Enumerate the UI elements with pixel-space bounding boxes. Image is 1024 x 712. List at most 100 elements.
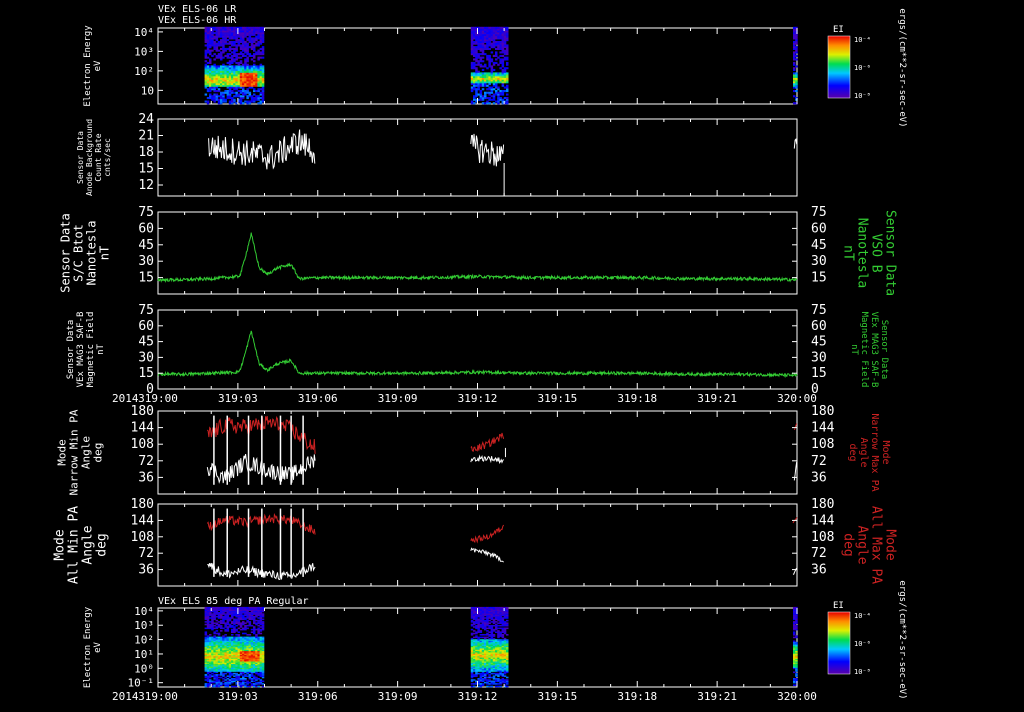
heatmap-cell (497, 63, 500, 66)
heatmap-cell (481, 44, 485, 47)
heatmap-cell (486, 630, 489, 632)
heatmap-cell (211, 675, 214, 677)
heatmap-cell (475, 60, 478, 63)
heatmap-cell (475, 35, 478, 38)
heatmap-cell (259, 35, 263, 38)
heatmap-cell (209, 679, 212, 681)
heatmap-cell (213, 627, 216, 630)
y-axis-label-right-line: Angle (855, 525, 870, 564)
heatmap-cell (231, 70, 234, 73)
heatmap-cell (257, 70, 260, 73)
heatmap-cell (246, 100, 249, 103)
heatmap-cell (506, 93, 509, 96)
heatmap-cell (209, 37, 212, 40)
heatmap-cell (228, 63, 232, 66)
heatmap-cell (231, 65, 234, 68)
heatmap-cell (477, 40, 480, 43)
heatmap-cell (220, 636, 223, 639)
heatmap-cell (244, 617, 247, 619)
heatmap-cell (475, 77, 478, 80)
heatmap-cell (239, 681, 243, 684)
heatmap-cell (253, 81, 256, 84)
heatmap-cell (492, 40, 496, 43)
heatmap-cell (475, 88, 478, 91)
heatmap-cell (246, 70, 249, 73)
heatmap-cell (250, 47, 254, 50)
heatmap-cell (793, 631, 796, 633)
heatmap-cell (239, 97, 243, 100)
heatmap-cell (231, 81, 234, 84)
heatmap-cell (250, 95, 254, 98)
y-tick-label-right: 15 (811, 366, 827, 381)
heatmap-cell (217, 632, 221, 635)
heatmap-cell (239, 47, 243, 50)
heatmap-cell (479, 58, 483, 61)
heatmap-cell (484, 63, 487, 66)
time-tick-label: 319:09 (378, 392, 418, 405)
heatmap-cell (215, 632, 219, 635)
heatmap-cell (213, 40, 216, 43)
heatmap-cell (503, 37, 507, 40)
heatmap-cell (492, 68, 496, 71)
heatmap-cell (235, 634, 238, 636)
heatmap-cell (217, 53, 221, 56)
heatmap-cell (217, 636, 221, 639)
heatmap-cell (473, 72, 476, 75)
heatmap-cell (231, 40, 234, 43)
time-tick-label: 319:12 (458, 690, 498, 703)
heatmap-cell (235, 86, 238, 89)
heatmap-cell (211, 86, 214, 89)
heatmap-cell (486, 91, 489, 94)
heatmap-cell (237, 44, 241, 47)
heatmap-cell (470, 63, 474, 66)
heatmap-cell (204, 100, 208, 103)
heatmap-cell (233, 86, 236, 89)
heatmap-cell (490, 606, 494, 609)
heatmap-cell (228, 93, 232, 96)
heatmap-cell (237, 86, 241, 89)
y-tick-label: 180 (131, 497, 154, 512)
heatmap-cell (795, 77, 798, 80)
heatmap-cell (257, 617, 260, 619)
heatmap-cell (204, 631, 208, 633)
heatmap-cell (495, 26, 498, 29)
heatmap-cell (479, 63, 483, 66)
heatmap-cell (222, 26, 225, 29)
heatmap-cell (497, 40, 500, 43)
y-tick-label: 108 (131, 530, 154, 545)
heatmap-cell (475, 81, 478, 84)
heatmap-cell (259, 32, 263, 35)
heatmap-cell (248, 606, 252, 609)
heatmap-cell (246, 58, 249, 61)
heatmap-cell (226, 35, 230, 38)
plot-figure: VEx ELS-06 LR VEx ELS-06 HR 10⁴ 10³ 10² 10 E… (0, 0, 1024, 708)
heatmap-cell (473, 37, 476, 40)
heatmap-cell (490, 44, 494, 47)
heatmap-cell (206, 65, 210, 68)
heatmap-cell (233, 40, 236, 43)
heatmap-cell (237, 83, 241, 86)
heatmap-cell (486, 54, 489, 57)
heatmap-cell (470, 74, 474, 77)
heatmap-cell (209, 81, 212, 84)
heatmap-cell (490, 70, 494, 73)
heatmap-cell (237, 40, 241, 43)
heatmap-cell (255, 26, 258, 29)
heatmap-cell (248, 81, 252, 84)
heatmap-cell (244, 63, 247, 66)
heatmap-cell (242, 47, 245, 50)
heatmap-cell (235, 91, 238, 94)
heatmap-cell (231, 54, 234, 57)
heatmap-cell (235, 618, 238, 621)
heatmap-cell (479, 636, 483, 639)
heatmap-cell (481, 26, 485, 29)
heatmap-cell (499, 631, 502, 633)
heatmap-cell (795, 672, 798, 675)
heatmap-cell (506, 77, 509, 80)
heatmap-cell (473, 40, 476, 43)
heatmap-cell (246, 627, 249, 630)
heatmap-cell (233, 91, 236, 94)
heatmap-cell (261, 32, 265, 35)
heatmap-cell (220, 51, 223, 54)
heatmap-cell (470, 28, 474, 31)
